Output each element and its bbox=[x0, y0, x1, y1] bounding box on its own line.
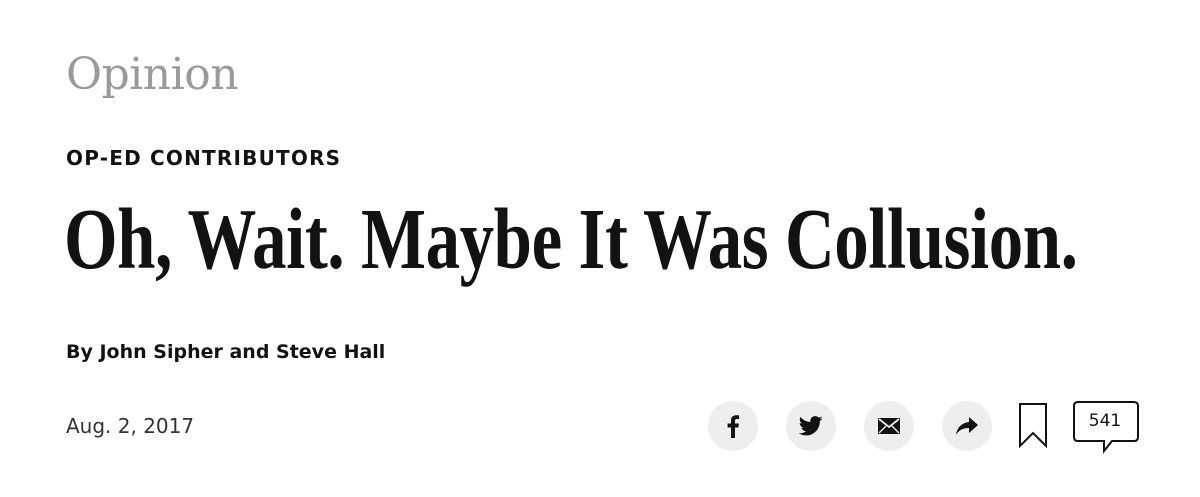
more-share-button[interactable] bbox=[942, 401, 992, 451]
section-label[interactable]: Opinion bbox=[66, 48, 239, 102]
bookmark-icon bbox=[1019, 403, 1047, 449]
share-tools: 541 bbox=[708, 399, 1148, 455]
twitter-icon bbox=[799, 416, 823, 436]
email-icon bbox=[878, 418, 900, 434]
article-date: Aug. 2, 2017 bbox=[66, 414, 195, 438]
facebook-share-button[interactable] bbox=[708, 401, 758, 451]
comment-count: 541 bbox=[1088, 411, 1122, 431]
comments-button[interactable]: 541 bbox=[1072, 401, 1140, 455]
twitter-share-button[interactable] bbox=[786, 401, 836, 451]
email-share-button[interactable] bbox=[864, 401, 914, 451]
share-arrow-icon bbox=[956, 417, 978, 435]
article-byline: By John Sipher and Steve Hall bbox=[66, 341, 386, 363]
article-kicker[interactable]: OP-ED CONTRIBUTORS bbox=[66, 146, 341, 170]
save-bookmark-button[interactable] bbox=[1018, 402, 1048, 449]
facebook-icon bbox=[727, 415, 740, 438]
article-headline: Oh, Wait. Maybe It Was Collusion. bbox=[64, 191, 1078, 288]
